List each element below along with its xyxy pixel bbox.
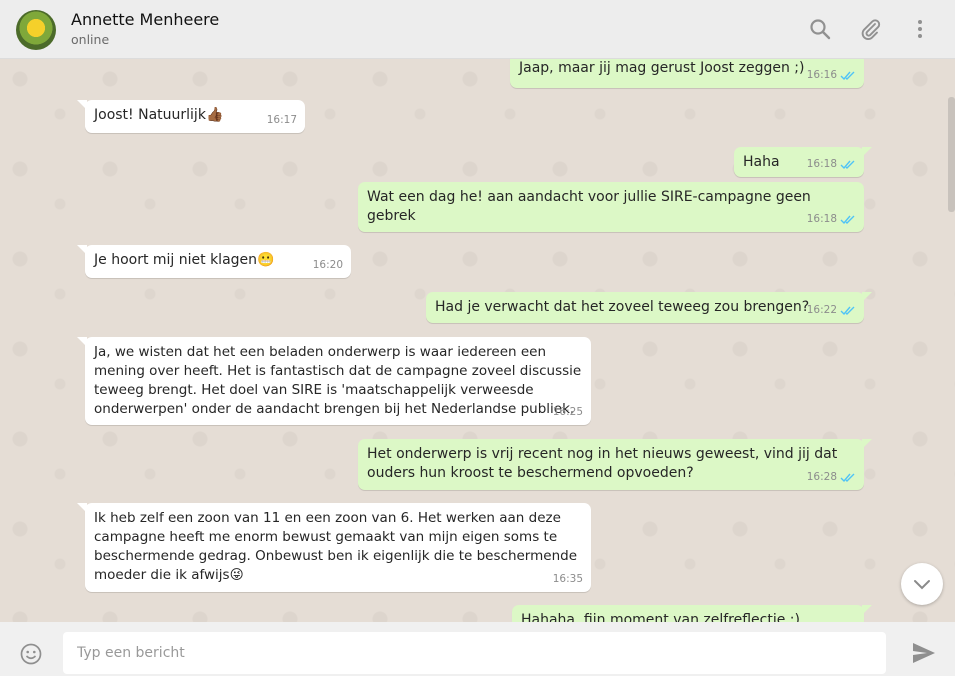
message-outgoing[interactable]: Haha 16:18 [734, 147, 872, 177]
message-time: 16:16 [806, 69, 837, 81]
menu-icon[interactable] [908, 17, 932, 41]
read-ticks-icon [840, 215, 855, 225]
message-text: Wat een dag he! aan aandacht voor jullie… [367, 189, 811, 224]
message-time: 16:20 [312, 259, 343, 271]
contact-avatar[interactable] [16, 10, 56, 50]
send-icon[interactable] [911, 640, 937, 666]
message-outgoing[interactable]: Jaap, maar jij mag gerust Joost zeggen ;… [510, 59, 864, 88]
winking-tongue-emoji: 😜 [229, 567, 244, 583]
message-meta: 16:20 [313, 256, 343, 275]
message-outgoing[interactable]: Had je verwacht dat het zoveel teweeg zo… [426, 292, 872, 323]
message-time: 16:18 [806, 213, 837, 225]
message-meta: 16:17 [267, 111, 297, 130]
message-text: Het onderwerp is vrij recent nog in het … [367, 446, 838, 481]
attach-icon[interactable] [858, 17, 882, 41]
message-text: Joost! Natuurlijk [94, 107, 206, 123]
message-meta: 16:35 [553, 570, 583, 589]
read-ticks-icon [840, 306, 855, 316]
message-incoming[interactable]: Ja, we wisten dat het een beladen onderw… [77, 337, 591, 425]
message-meta: 16:25 [553, 403, 583, 422]
message-text: Hahaha, fijn moment van zelfreflectie :) [521, 612, 800, 622]
message-text: Je hoort mij niet klagen [94, 252, 258, 268]
message-incoming[interactable]: Ik heb zelf een zoon van 11 en een zoon … [77, 503, 591, 592]
search-icon[interactable] [808, 17, 832, 41]
message-time: 16:17 [266, 114, 297, 126]
message-meta: 16:22 [807, 301, 856, 320]
message-time: 16:18 [806, 158, 837, 170]
chevron-down-icon [914, 580, 930, 590]
message-meta: 16:18 [807, 210, 856, 229]
message-time: 16:28 [806, 471, 837, 483]
message-time: 16:35 [552, 573, 583, 585]
message-text: Ik heb zelf een zoon van 11 en een zoon … [94, 510, 578, 583]
message-text: Had je verwacht dat het zoveel teweeg zo… [435, 299, 810, 315]
message-outgoing[interactable]: Wat een dag he! aan aandacht voor jullie… [358, 182, 864, 232]
read-ticks-icon [840, 71, 855, 81]
message-text: Ja, we wisten dat het een beladen onderw… [94, 344, 582, 417]
message-time: 16:25 [552, 406, 583, 418]
message-outgoing[interactable]: Hahaha, fijn moment van zelfreflectie :) [512, 605, 872, 622]
message-list[interactable]: Jaap, maar jij mag gerust Joost zeggen ;… [0, 59, 955, 622]
contact-status: online [71, 32, 110, 47]
message-incoming[interactable]: Je hoort mij niet klagen😬 16:20 [77, 245, 351, 278]
message-incoming[interactable]: Joost! Natuurlijk👍🏾 16:17 [77, 100, 305, 133]
message-outgoing[interactable]: Het onderwerp is vrij recent nog in het … [358, 439, 872, 490]
message-text: Jaap, maar jij mag gerust Joost zeggen ;… [519, 60, 805, 76]
read-ticks-icon [840, 473, 855, 483]
chat-scrollbar[interactable] [948, 97, 955, 212]
message-meta: 16:18 [807, 155, 856, 174]
grimacing-emoji: 😬 [257, 252, 275, 268]
chat-header: Annette Menheere online [0, 0, 955, 59]
scroll-down-button[interactable] [901, 563, 943, 605]
message-text: Haha [743, 154, 780, 170]
emoji-icon[interactable] [19, 642, 43, 666]
message-input[interactable] [63, 632, 886, 674]
thumbs-up-emoji: 👍🏾 [205, 107, 224, 123]
contact-name[interactable]: Annette Menheere [71, 10, 219, 29]
composer-bar [0, 622, 955, 676]
read-ticks-icon [840, 160, 855, 170]
message-meta: 16:28 [807, 468, 856, 487]
message-time: 16:22 [806, 304, 837, 316]
message-meta: 16:16 [807, 66, 856, 85]
